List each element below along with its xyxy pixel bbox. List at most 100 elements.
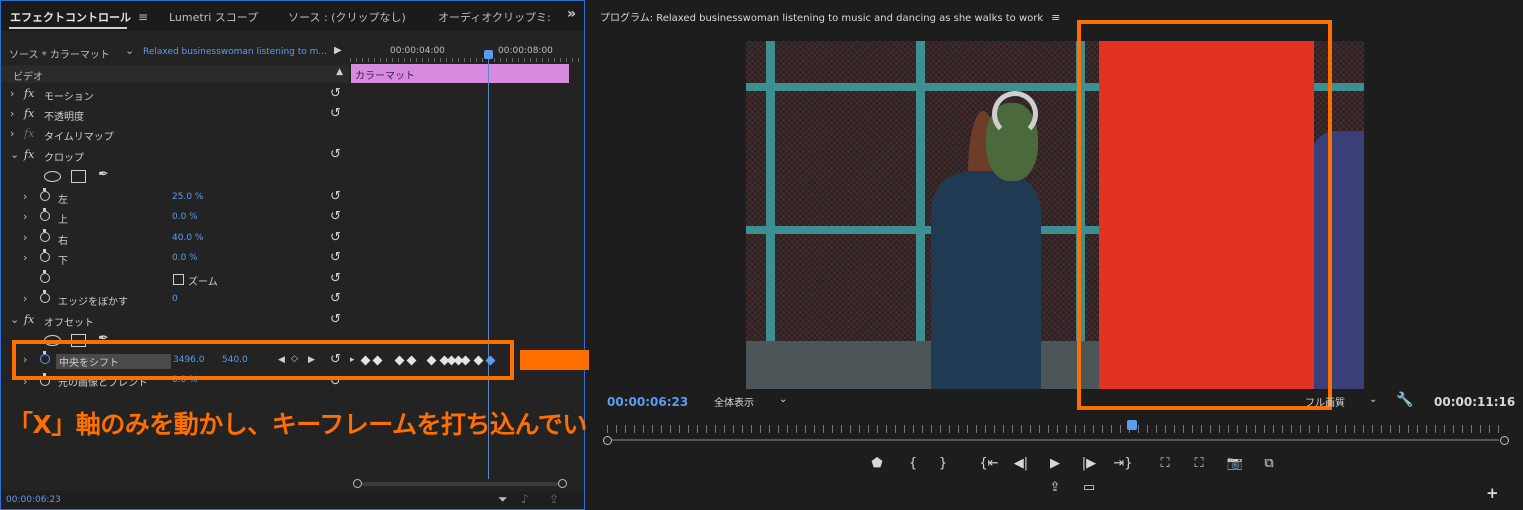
chevron-down-icon[interactable]: ⌄: [125, 44, 134, 57]
reset-icon[interactable]: ↺: [330, 291, 341, 306]
compare-view-icon[interactable]: ⧉: [1259, 456, 1279, 471]
ellipse-mask-icon[interactable]: [44, 171, 61, 182]
stopwatch-icon[interactable]: [40, 270, 50, 283]
chevron-right-icon[interactable]: ›: [10, 107, 14, 120]
current-timecode[interactable]: 00:00:06:23: [6, 495, 61, 505]
fx-icon[interactable]: fx: [24, 107, 34, 120]
tab-audio-clip-mixer[interactable]: オーディオクリップミ:: [438, 9, 551, 25]
param-row-zoom[interactable]: ズーム ↺: [1, 270, 349, 290]
stopwatch-icon[interactable]: [40, 188, 50, 201]
reset-icon[interactable]: ↺: [330, 189, 341, 204]
play-triangle-icon[interactable]: ▶: [334, 45, 342, 56]
stopwatch-icon[interactable]: [40, 249, 50, 262]
step-back-icon[interactable]: ◀|: [1011, 456, 1031, 471]
clip-name-link[interactable]: Relaxed businesswoman listening to m...: [143, 47, 327, 57]
monitor-zoom-scrollbar[interactable]: [603, 436, 1509, 445]
reset-icon[interactable]: ↺: [330, 209, 341, 224]
zoom-checkbox[interactable]: [173, 274, 184, 285]
panel-menu-icon[interactable]: ≡: [138, 10, 148, 24]
reset-icon[interactable]: ↺: [330, 106, 341, 121]
extract-icon[interactable]: ⛶: [1189, 456, 1209, 471]
stopwatch-icon[interactable]: [40, 290, 50, 303]
timeline-scrollbar[interactable]: [353, 479, 567, 489]
chevron-down-icon[interactable]: ⌄: [10, 313, 19, 326]
go-to-out-icon[interactable]: ⇥}: [1113, 456, 1133, 471]
stopwatch-icon[interactable]: [40, 229, 50, 242]
chevron-right-icon[interactable]: ›: [23, 210, 27, 223]
chevron-right-icon[interactable]: ›: [23, 190, 27, 203]
mark-out-icon[interactable]: }: [933, 456, 953, 471]
pen-mask-icon[interactable]: ✒: [98, 167, 109, 182]
add-button-icon[interactable]: +: [1486, 484, 1499, 502]
panel-menu-icon[interactable]: ≡: [1051, 11, 1060, 24]
add-marker-icon[interactable]: ⬟: [867, 456, 887, 471]
param-row-top[interactable]: › 上 0.0 % ↺: [1, 208, 349, 228]
go-to-in-icon[interactable]: {⇤: [979, 456, 999, 471]
mark-in-icon[interactable]: {: [903, 456, 923, 471]
scroll-end-handle[interactable]: [1500, 436, 1509, 445]
param-value[interactable]: 25.0 %: [172, 192, 203, 202]
param-row-left[interactable]: › 左 25.0 % ↺: [1, 188, 349, 208]
param-value[interactable]: 0.0 %: [172, 212, 198, 222]
reset-icon[interactable]: ↺: [330, 250, 341, 265]
stopwatch-icon[interactable]: [40, 208, 50, 221]
fx-icon[interactable]: fx: [24, 87, 34, 100]
fx-icon[interactable]: fx: [24, 148, 34, 161]
reset-icon[interactable]: ↺: [330, 271, 341, 286]
monitor-time-ruler[interactable]: [607, 425, 1507, 433]
monitor-status-bar: 00:00:06:23 全体表示 ⌄ フル画質 ⌄ 🔧 00:00:11:16: [589, 392, 1523, 414]
reset-icon[interactable]: ↺: [330, 230, 341, 245]
more-tabs-icon[interactable]: »: [567, 6, 576, 22]
tab-source[interactable]: ソース : (クリップなし): [288, 9, 406, 25]
chevron-right-icon[interactable]: ›: [10, 127, 14, 140]
chevron-right-icon[interactable]: ›: [23, 231, 27, 244]
param-value[interactable]: 0.0 %: [172, 253, 198, 263]
chevron-down-icon[interactable]: ⌄: [10, 148, 19, 161]
safe-margins-icon[interactable]: ▭: [1079, 480, 1099, 495]
monitor-playhead[interactable]: [1127, 420, 1137, 430]
play-icon[interactable]: ▶: [1045, 456, 1065, 471]
playhead-handle[interactable]: [484, 50, 493, 59]
clip-bar[interactable]: カラーマット: [351, 64, 569, 83]
audio-icon[interactable]: ♪: [521, 492, 529, 506]
collapse-up-icon[interactable]: ▲: [336, 67, 343, 77]
reset-icon[interactable]: ↺: [330, 312, 341, 327]
param-value[interactable]: 0: [172, 294, 178, 304]
param-row-bottom[interactable]: › 下 0.0 % ↺: [1, 249, 349, 269]
effect-row-offset[interactable]: ⌄ fx オフセット ↺: [1, 311, 349, 331]
tab-lumetri-scopes[interactable]: Lumetri スコープ: [169, 9, 258, 25]
effect-row-motion[interactable]: › fx モーション ↺: [1, 85, 349, 105]
export-frame-icon[interactable]: ⇪: [1045, 480, 1065, 495]
rect-mask-icon[interactable]: [71, 170, 86, 183]
effect-row-time-remap[interactable]: › fx タイムリマップ: [1, 125, 349, 145]
camera-icon[interactable]: 📷: [1225, 456, 1245, 471]
scrollbar-track[interactable]: [361, 482, 561, 486]
filter-icon[interactable]: ⏷: [498, 492, 508, 507]
step-forward-icon[interactable]: |▶: [1079, 456, 1099, 471]
chevron-right-icon[interactable]: ›: [23, 251, 27, 264]
param-row-edge-feather[interactable]: › エッジをぼかす 0 ↺: [1, 290, 349, 310]
export-icon[interactable]: ⇪: [549, 492, 559, 506]
param-row-right[interactable]: › 右 40.0 % ↺: [1, 229, 349, 249]
resolution-select[interactable]: フル画質: [1305, 394, 1345, 409]
lift-icon[interactable]: ⛶: [1155, 456, 1175, 471]
scroll-end-handle[interactable]: [558, 479, 567, 488]
effect-row-crop[interactable]: ⌄ fx クロップ ↺: [1, 146, 349, 166]
effect-row-opacity[interactable]: › fx 不透明度 ↺: [1, 105, 349, 125]
fx-icon[interactable]: fx: [24, 313, 34, 326]
scrollbar-track[interactable]: [611, 439, 1499, 441]
chevron-right-icon[interactable]: ›: [10, 87, 14, 100]
param-value[interactable]: 40.0 %: [172, 233, 203, 243]
chevron-right-icon[interactable]: ›: [23, 292, 27, 305]
zoom-level-select[interactable]: 全体表示: [714, 394, 754, 409]
reset-icon[interactable]: ↺: [330, 147, 341, 162]
tab-effect-controls[interactable]: エフェクトコントロール: [10, 9, 131, 25]
chevron-down-icon[interactable]: ⌄: [779, 394, 787, 405]
scroll-start-handle[interactable]: [603, 436, 612, 445]
wrench-icon[interactable]: 🔧: [1396, 392, 1413, 408]
scroll-start-handle[interactable]: [353, 479, 362, 488]
reset-icon[interactable]: ↺: [330, 86, 341, 101]
playhead-timecode[interactable]: 00:00:06:23: [607, 395, 688, 409]
time-ruler[interactable]: 00:00:04:00 00:00:08:00: [350, 43, 582, 63]
chevron-down-icon[interactable]: ⌄: [1369, 394, 1377, 405]
